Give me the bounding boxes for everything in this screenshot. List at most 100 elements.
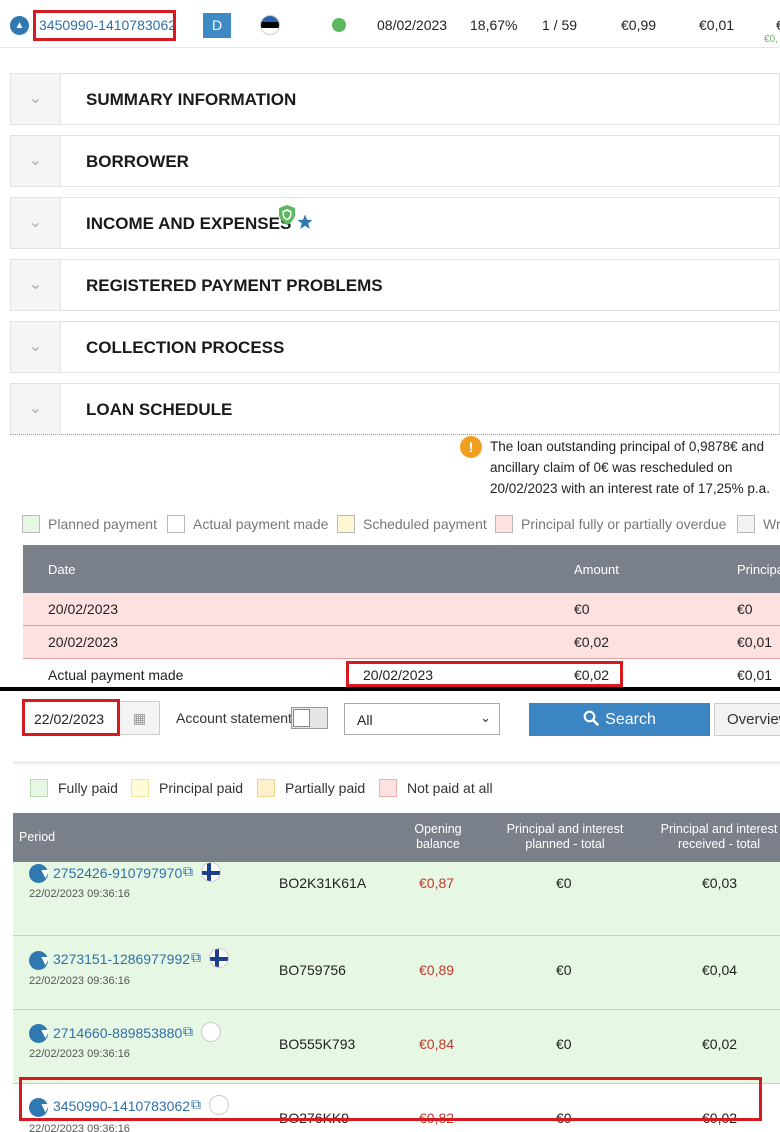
legend-item: Actual payment made — [167, 515, 328, 533]
interest-rate: 18,67% — [470, 17, 518, 33]
term: 1 / 59 — [542, 17, 578, 33]
reference: BO2K31K61A — [279, 875, 367, 891]
external-link-icon[interactable]: ⧉ — [183, 863, 193, 880]
search-button[interactable]: Search — [529, 703, 710, 736]
timestamp: 22/02/2023 09:36:16 — [29, 888, 130, 900]
section-title: REGISTERED PAYMENT PROBLEMS — [86, 276, 383, 295]
opening-balance: €0,87 — [419, 875, 455, 891]
row-principal: €0,01 — [737, 667, 773, 683]
section-registered-payment-problems[interactable]: ⌄ REGISTERED PAYMENT PROBLEMS — [10, 259, 780, 311]
status-dot-icon — [332, 18, 346, 32]
expand-button[interactable]: ▼ — [29, 1024, 52, 1043]
risk-grade-badge: D — [203, 13, 231, 38]
account-statement-toggle[interactable] — [291, 707, 328, 729]
overview-button[interactable]: Overview — [714, 703, 780, 736]
collapse-button[interactable]: ▲ — [10, 16, 29, 35]
timestamp: 22/02/2023 09:36:16 — [29, 975, 130, 987]
loan-id-link[interactable]: 2752426-910797970 — [53, 865, 182, 881]
legend-swatch — [495, 515, 513, 533]
legend-swatch — [379, 779, 397, 797]
calendar-icon[interactable]: ▦ — [119, 702, 159, 734]
planned-total: €0 — [556, 962, 572, 978]
row-amount: €0 — [574, 601, 590, 617]
row-date: 20/02/2023 — [48, 601, 119, 617]
chevron-up-icon: ▲ — [14, 20, 25, 31]
chevron-down-icon[interactable]: ⌄ — [11, 322, 61, 372]
chevron-down-icon[interactable]: ⌄ — [11, 260, 61, 310]
reference: BO759756 — [279, 962, 346, 978]
status-legend: Fully paid Principal paid Partially paid… — [30, 779, 780, 799]
legend-item: Scheduled payment — [337, 515, 487, 533]
table-header: Period Opening balance Principal and int… — [13, 813, 780, 862]
loan-detail-panel: ▲ 3450990-1410783062 D 08/02/2023 18,67%… — [0, 0, 780, 687]
legend-label: Partially paid — [285, 780, 366, 796]
expand-button[interactable]: ▼ — [29, 951, 52, 970]
highlight-box — [33, 10, 176, 41]
filter-select[interactable]: All ⌄ — [344, 703, 500, 735]
col-principal: Principa — [737, 562, 780, 577]
star-icon — [297, 214, 313, 229]
account-statement-label: Account statement — [176, 710, 292, 726]
section-loan-schedule[interactable]: ⌄ LOAN SCHEDULE — [10, 383, 780, 435]
legend-label: Planned payment — [48, 516, 157, 532]
overflow-amount: € — [776, 17, 780, 33]
estonia-flag-icon — [260, 15, 280, 35]
chevron-down-icon: ▼ — [38, 952, 53, 968]
chevron-down-icon[interactable]: ⌄ — [11, 384, 61, 434]
legend-swatch — [167, 515, 185, 533]
timestamp: 22/02/2023 09:36:16 — [29, 1048, 130, 1060]
col-period: Period — [19, 830, 56, 844]
notice-text: The loan outstanding principal of 0,9878… — [490, 439, 770, 496]
row-amount: €0,02 — [574, 634, 610, 650]
search-icon — [583, 710, 599, 726]
schedule-legend: Planned payment Actual payment made Sche… — [22, 515, 780, 537]
section-title: COLLECTION PROCESS — [86, 338, 285, 357]
row-date: 20/02/2023 — [48, 634, 119, 650]
received-total: €0,03 — [702, 875, 738, 891]
legend-item: Not paid at all — [379, 779, 493, 797]
shield-icon — [279, 205, 295, 225]
legend-label: Fully paid — [58, 780, 118, 796]
row-principal: €0,01 — [737, 634, 773, 650]
loan-summary-row[interactable]: ▲ 3450990-1410783062 D 08/02/2023 18,67%… — [0, 0, 780, 48]
col-received-total: Principal and interest received - total — [660, 822, 778, 851]
loan-id-link[interactable]: 3273151-1286977992 — [53, 951, 190, 967]
highlight-box — [19, 1077, 762, 1121]
external-link-icon[interactable]: ⧉ — [183, 1023, 193, 1040]
section-borrower[interactable]: ⌄ BORROWER — [10, 135, 780, 187]
section-income-and-expenses[interactable]: ⌄ INCOME AND EXPENSES — [10, 197, 780, 249]
legend-label: Principal fully or partially overdue — [521, 516, 727, 532]
table-row: 20/02/2023 €0 €0 — [23, 593, 780, 626]
outstanding-amount: €0,01 — [699, 17, 735, 33]
section-title: SUMMARY INFORMATION — [86, 90, 297, 109]
timestamp: 22/02/2023 09:36:16 — [29, 1123, 130, 1132]
legend-item: Planned payment — [22, 515, 157, 533]
highlight-box — [22, 699, 120, 736]
account-statement-panel: 22/02/2023 ▦ Account statement All ⌄ Sea… — [0, 691, 780, 1132]
section-summary-information[interactable]: ⌄ SUMMARY INFORMATION — [10, 73, 780, 125]
col-date: Date — [48, 562, 76, 577]
chevron-down-icon[interactable]: ⌄ — [11, 198, 61, 248]
table-header: Date Amount Principa — [23, 545, 780, 593]
planned-total: €0 — [556, 875, 572, 891]
highlight-box — [346, 661, 623, 687]
table-row: 20/02/2023 €0,02 €0,01 — [23, 626, 780, 659]
chevron-down-icon[interactable]: ⌄ — [11, 136, 61, 186]
section-title: INCOME AND EXPENSES — [86, 214, 292, 233]
chevron-down-icon: ▼ — [38, 1025, 53, 1041]
opening-balance: €0,89 — [419, 962, 455, 978]
legend-item: Principal paid — [131, 779, 243, 797]
legend-item: Wr — [737, 515, 780, 533]
legend-swatch — [30, 779, 48, 797]
legend-swatch — [337, 515, 355, 533]
chevron-down-icon[interactable]: ⌄ — [11, 74, 61, 124]
expand-button[interactable]: ▼ — [29, 864, 52, 883]
external-link-icon[interactable]: ⧉ — [191, 949, 201, 966]
section-collection-process[interactable]: ⌄ COLLECTION PROCESS — [10, 321, 780, 373]
received-total: €0,02 — [702, 1036, 738, 1052]
legend-item: Fully paid — [30, 779, 118, 797]
separator — [13, 761, 780, 764]
loan-id-link[interactable]: 2714660-889853880 — [53, 1025, 182, 1041]
legend-item: Partially paid — [257, 779, 365, 797]
search-label: Search — [605, 711, 656, 728]
